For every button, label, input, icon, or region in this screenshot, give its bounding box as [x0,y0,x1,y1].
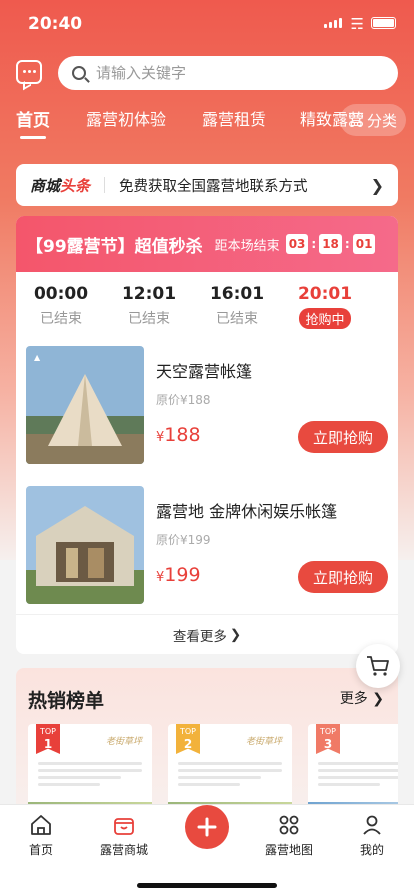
search-bar[interactable] [58,56,398,90]
chevron-right-icon: ❯ [370,175,384,195]
bottom-tab-bar: 首页 露营商城 露营地图 我的 [0,804,414,896]
headline-banner[interactable]: 商城头条 免费获取全国露营地联系方式 ❯ [16,164,398,206]
signal-icon [324,18,342,28]
rank-card-brand: 老街草坪 [245,737,282,747]
countdown: 03: 18: 01 [285,234,376,254]
slot-status: 已结束 [216,311,258,327]
home-indicator [137,883,277,888]
grid-icon [348,113,363,127]
tab-home[interactable]: 首页 [16,106,50,139]
tabbar-label: 我的 [359,843,384,857]
product-original-price: 原价¥199 [156,533,211,547]
buy-now-button[interactable]: 立即抢购 [298,421,388,453]
flash-sale-title: 【99露营节】超值秒杀 [26,236,203,257]
rank-badge: TOP 2 [176,724,200,754]
add-button[interactable] [185,805,229,849]
product-name: 天空露营帐篷 [156,362,253,381]
view-more-label: 查看更多 [172,628,227,645]
time-slot[interactable]: 16:01 已结束 [202,284,272,328]
countdown-label: 距本场结束 [214,238,280,254]
status-time: 20:40 [28,14,83,34]
time-slots: 00:00 已结束 12:01 已结束 16:01 已结束 20:01 抢购中 [16,272,398,338]
headline-text: 免费获取全国露营地联系方式 [119,178,308,195]
flash-sale-header: 【99露营节】超值秒杀 距本场结束 03: 18: 01 [16,216,398,272]
tab-camping-intro[interactable]: 露营初体验 [86,106,166,130]
hot-list-section: 热销榜单 更多 ❯ TOP 1 老街草坪 TOP 2 老街草坪 TOP 3 [16,668,398,818]
search-icon [72,66,86,80]
divider [104,177,106,193]
countdown-minutes: 18 [319,234,342,254]
chevron-right-icon: ❯ [372,691,384,707]
slot-time: 00:00 [33,284,89,304]
status-bar: 20:40 ☴ [0,0,414,48]
tabbar-home[interactable]: 首页 [6,813,76,858]
plus-icon [197,817,217,837]
tabbar-label: 露营地图 [264,843,313,857]
countdown-hours: 03 [285,234,309,254]
product-price: ¥199 [156,564,201,586]
search-input[interactable] [96,64,356,82]
product-item[interactable]: ▲ 天空露营帐篷 原价¥188 ¥188 立即抢购 [26,346,388,466]
slot-status: 已结束 [128,311,170,327]
wifi-icon: ☴ [350,15,364,33]
product-name: 露营地 金牌休闲娱乐帐篷 [156,502,338,521]
product-image [26,486,144,604]
tabbar-label: 露营商城 [99,843,148,857]
slot-time: 12:01 [121,284,177,304]
chevron-right-icon: ❯ [229,626,242,643]
countdown-seconds: 01 [352,234,376,254]
product-price: ¥188 [156,424,201,446]
time-slot-active[interactable]: 20:01 抢购中 [290,284,360,329]
time-slot[interactable]: 00:00 已结束 [26,284,96,328]
rank-card-brand: 老街草坪 [105,737,142,747]
tab-camping-rental[interactable]: 露营租赁 [202,106,266,130]
view-more-link[interactable]: 查看更多 ❯ [16,614,398,654]
slot-time: 16:01 [209,284,265,304]
tabbar-mall[interactable]: 露营商城 [89,813,159,858]
slot-status-badge: 抢购中 [299,308,351,329]
category-button[interactable]: 分类 [340,104,406,136]
tabbar-me[interactable]: 我的 [337,813,407,858]
rank-badge: TOP 3 [316,724,340,754]
rank-card-text-lines [318,762,398,790]
slot-time: 20:01 [297,284,353,304]
hot-list-title: 热销榜单 [28,690,105,712]
home-icon [31,815,51,835]
cart-icon [367,656,389,676]
shop-icon [114,818,134,835]
slot-status: 已结束 [40,311,82,327]
grid-apps-icon [279,815,299,835]
time-slot[interactable]: 12:01 已结束 [114,284,184,328]
rank-card-text-lines [178,762,282,790]
buy-now-button[interactable]: 立即抢购 [298,561,388,593]
rank-badge: TOP 1 [36,724,60,754]
rank-card-text-lines [38,762,142,790]
tabbar-label: 首页 [28,843,53,857]
battery-icon [371,17,396,29]
message-icon[interactable] [16,60,42,84]
svg-text:▲: ▲ [34,353,41,362]
tabbar-map[interactable]: 露营地图 [254,813,324,858]
product-original-price: 原价¥188 [156,393,211,407]
product-image: ▲ [26,346,144,464]
category-label: 分类 [366,111,397,130]
flash-sale-card: 【99露营节】超值秒杀 距本场结束 03: 18: 01 00:00 已结束 1… [16,216,398,654]
headline-brand: 商城头条 [30,176,91,195]
hot-list-more-link[interactable]: 更多 ❯ [340,688,384,708]
cart-button[interactable] [356,644,400,688]
product-item[interactable]: 露营地 金牌休闲娱乐帐篷 原价¥199 ¥199 立即抢购 [26,486,388,606]
user-icon [363,815,381,835]
